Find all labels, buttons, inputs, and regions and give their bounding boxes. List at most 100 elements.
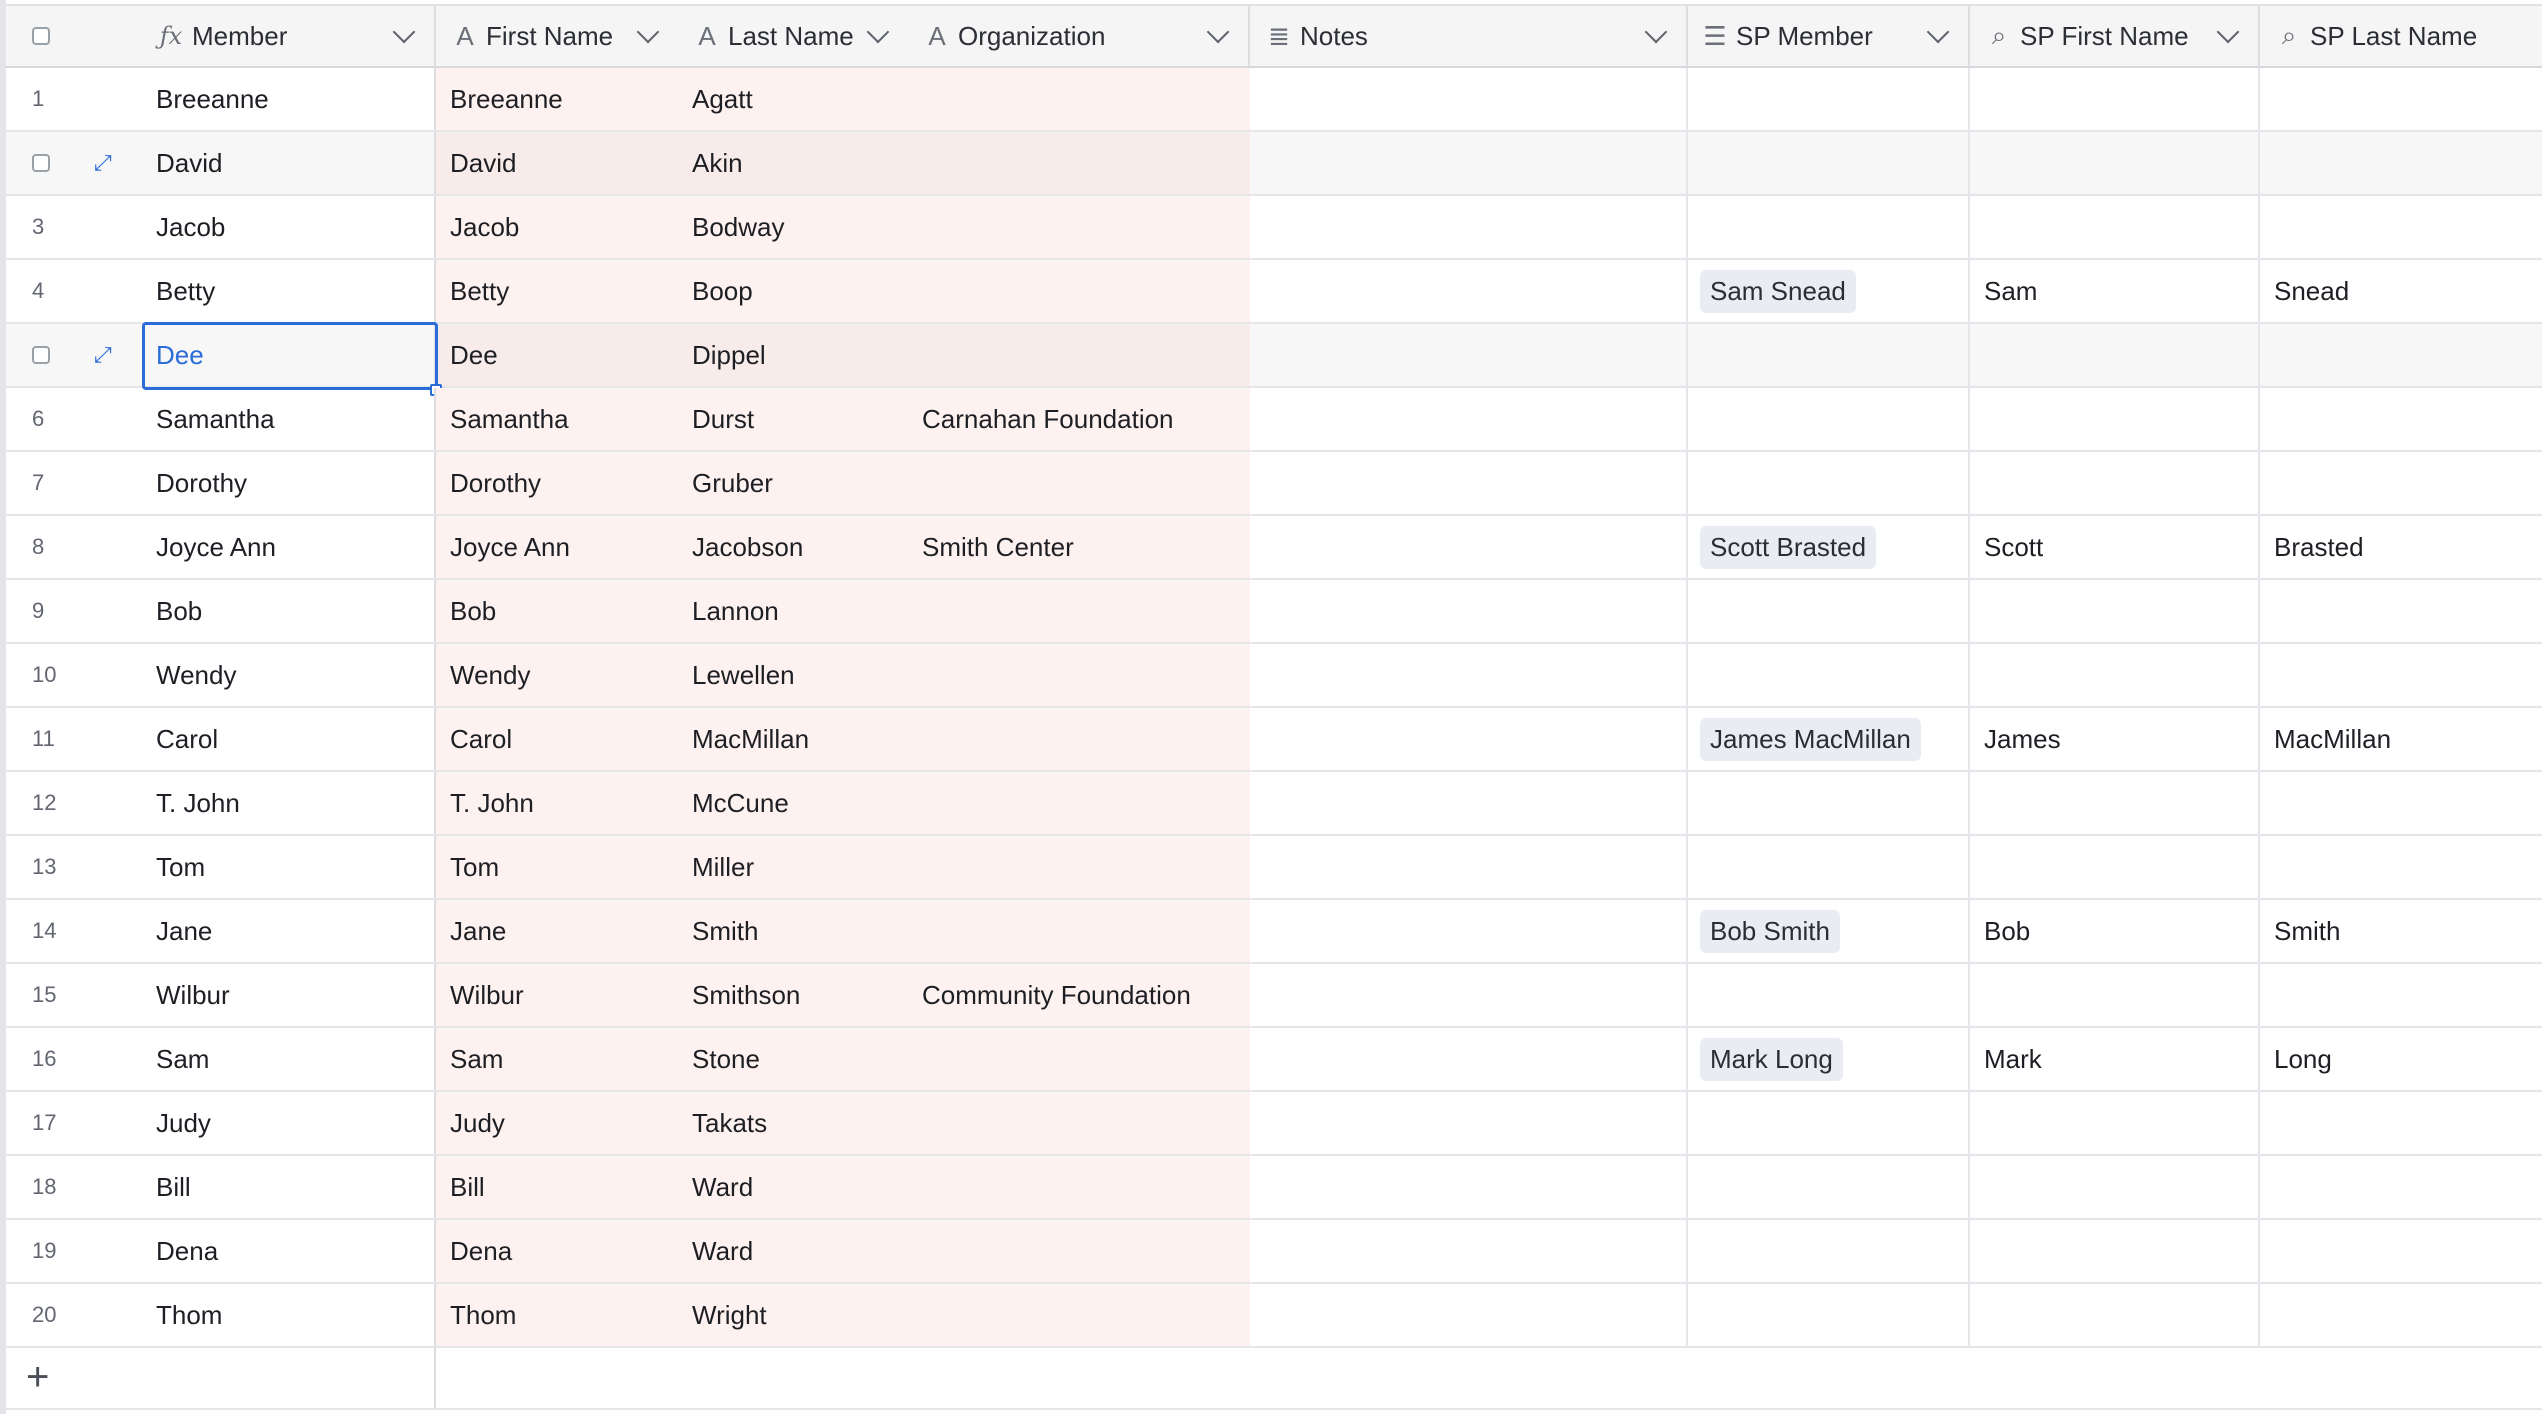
cell-organization[interactable]: Carnahan Foundation — [908, 388, 1250, 450]
cell-member[interactable]: Dena — [136, 1220, 436, 1282]
cell-sp-last-name[interactable]: Brasted — [2260, 516, 2542, 578]
cell-notes[interactable] — [1250, 772, 1688, 834]
cell-notes[interactable] — [1250, 324, 1688, 386]
table-row[interactable]: 20 Thom Thom Wright — [6, 1284, 2542, 1348]
table-row[interactable]: 6 Samantha Samantha Durst Carnahan Foundatio… — [6, 388, 2542, 452]
table-row[interactable]: 1 Breeanne Breeanne Agatt — [6, 68, 2542, 132]
cell-member[interactable]: Wendy — [136, 644, 436, 706]
cell-last-name[interactable]: Wright — [678, 1284, 908, 1346]
cell-first-name[interactable]: Jane — [436, 900, 678, 962]
cell-sp-first-name[interactable] — [1970, 68, 2260, 130]
cell-sp-last-name[interactable]: Smith — [2260, 900, 2542, 962]
cell-first-name[interactable]: David — [436, 132, 678, 194]
cell-sp-last-name[interactable] — [2260, 324, 2542, 386]
table-row[interactable]: 4 Betty Betty Boop Sam Snead Sam Snead — [6, 260, 2542, 324]
expand-record-icon[interactable]: ⤢ — [94, 342, 112, 368]
column-header-notes[interactable]: ≣ Notes — [1250, 6, 1688, 66]
row-checkbox[interactable] — [32, 346, 50, 364]
cell-first-name[interactable]: Jacob — [436, 196, 678, 258]
cell-last-name[interactable]: Stone — [678, 1028, 908, 1090]
cell-sp-last-name[interactable]: MacMillan — [2260, 708, 2542, 770]
cell-organization[interactable] — [908, 708, 1250, 770]
linked-record-pill[interactable]: Scott Brasted — [1700, 525, 1877, 569]
table-row[interactable]: ⤢ Dee Dee Dippel — [6, 322, 2542, 396]
cell-last-name[interactable]: Gruber — [678, 452, 908, 514]
table-row[interactable]: 11 Carol Carol MacMillan James MacMillan Jame… — [6, 708, 2542, 772]
linked-record-pill[interactable]: Sam Snead — [1700, 269, 1856, 313]
cell-organization[interactable] — [908, 196, 1250, 258]
cell-member[interactable]: Breeanne — [136, 68, 436, 130]
cell-organization[interactable] — [908, 1220, 1250, 1282]
cell-sp-last-name[interactable] — [2260, 1284, 2542, 1346]
table-row[interactable]: 3 Jacob Jacob Bodway — [6, 196, 2542, 260]
column-header-organization[interactable]: A Organization — [908, 6, 1250, 66]
cell-sp-member[interactable] — [1688, 452, 1970, 514]
table-row[interactable]: 12 T. John T. John McCune — [6, 772, 2542, 836]
cell-organization[interactable] — [908, 1092, 1250, 1154]
table-row[interactable]: 8 Joyce Ann Joyce Ann Jacobson Smith Center S… — [6, 516, 2542, 580]
cell-notes[interactable] — [1250, 516, 1688, 578]
cell-member[interactable]: Betty — [136, 260, 436, 322]
cell-notes[interactable] — [1250, 580, 1688, 642]
table-row[interactable]: 10 Wendy Wendy Lewellen — [6, 644, 2542, 708]
cell-first-name[interactable]: Judy — [436, 1092, 678, 1154]
table-row[interactable]: ⤢ David David Akin — [6, 132, 2542, 196]
cell-member[interactable]: Carol — [136, 708, 436, 770]
linked-record-pill[interactable]: James MacMillan — [1700, 717, 1921, 761]
linked-record-pill[interactable]: Mark Long — [1700, 1037, 1843, 1081]
cell-last-name[interactable]: Durst — [678, 388, 908, 450]
cell-last-name[interactable]: Akin — [678, 132, 908, 194]
chevron-down-icon[interactable] — [2216, 20, 2240, 44]
cell-sp-member[interactable] — [1688, 196, 1970, 258]
cell-sp-first-name[interactable]: Bob — [1970, 900, 2260, 962]
cell-notes[interactable] — [1250, 900, 1688, 962]
cell-first-name[interactable]: Dee — [436, 324, 678, 386]
cell-sp-member[interactable] — [1688, 324, 1970, 386]
cell-sp-member[interactable]: James MacMillan — [1688, 708, 1970, 770]
cell-organization[interactable] — [908, 452, 1250, 514]
cell-first-name[interactable]: Samantha — [436, 388, 678, 450]
cell-sp-first-name[interactable] — [1970, 1220, 2260, 1282]
cell-sp-first-name[interactable] — [1970, 324, 2260, 386]
cell-sp-last-name[interactable] — [2260, 388, 2542, 450]
cell-sp-last-name[interactable] — [2260, 580, 2542, 642]
cell-sp-last-name[interactable]: Long — [2260, 1028, 2542, 1090]
cell-member[interactable]: David — [136, 132, 436, 194]
cell-organization[interactable]: Smith Center — [908, 516, 1250, 578]
row-select-cell[interactable]: ⤢ — [6, 132, 136, 194]
select-all-checkbox[interactable] — [32, 27, 50, 45]
cell-sp-member[interactable] — [1688, 644, 1970, 706]
cell-sp-member[interactable] — [1688, 836, 1970, 898]
cell-sp-first-name[interactable] — [1970, 772, 2260, 834]
cell-first-name[interactable]: Betty — [436, 260, 678, 322]
cell-sp-first-name[interactable] — [1970, 580, 2260, 642]
cell-member[interactable]: T. John — [136, 772, 436, 834]
cell-sp-member[interactable] — [1688, 1284, 1970, 1346]
cell-last-name[interactable]: Ward — [678, 1156, 908, 1218]
cell-last-name[interactable]: Agatt — [678, 68, 908, 130]
cell-sp-last-name[interactable] — [2260, 964, 2542, 1026]
column-header-sp-first-name[interactable]: ⌕ SP First Name — [1970, 6, 2260, 66]
row-select-cell[interactable]: ⤢ — [6, 324, 136, 386]
cell-member[interactable]: Wilbur — [136, 964, 436, 1026]
cell-sp-last-name[interactable] — [2260, 132, 2542, 194]
cell-sp-first-name[interactable] — [1970, 644, 2260, 706]
cell-first-name[interactable]: Thom — [436, 1284, 678, 1346]
chevron-down-icon[interactable] — [866, 20, 890, 44]
cell-first-name[interactable]: Dorothy — [436, 452, 678, 514]
cell-organization[interactable] — [908, 132, 1250, 194]
cell-sp-last-name[interactable] — [2260, 772, 2542, 834]
cell-sp-last-name[interactable] — [2260, 644, 2542, 706]
table-row[interactable]: 15 Wilbur Wilbur Smithson Community Foundati… — [6, 964, 2542, 1028]
cell-sp-member[interactable]: Sam Snead — [1688, 260, 1970, 322]
cell-organization[interactable] — [908, 772, 1250, 834]
cell-sp-member[interactable]: Scott Brasted — [1688, 516, 1970, 578]
table-row[interactable]: 17 Judy Judy Takats — [6, 1092, 2542, 1156]
cell-sp-first-name[interactable]: James — [1970, 708, 2260, 770]
cell-sp-last-name[interactable] — [2260, 1220, 2542, 1282]
table-row[interactable]: 14 Jane Jane Smith Bob Smith Bob Smith — [6, 900, 2542, 964]
cell-member[interactable]: Tom — [136, 836, 436, 898]
cell-first-name[interactable]: T. John — [436, 772, 678, 834]
column-header-member[interactable]: ƒx Member — [136, 6, 436, 66]
cell-last-name[interactable]: Lannon — [678, 580, 908, 642]
